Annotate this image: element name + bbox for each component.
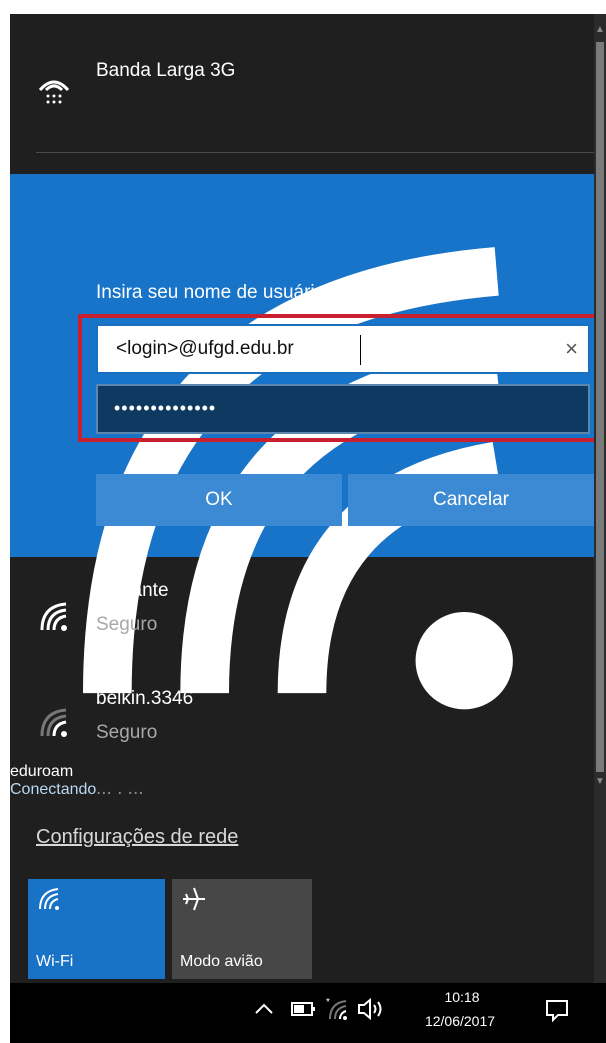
airplane-tile-label: Modo avião (180, 953, 263, 970)
battery-icon[interactable] (290, 999, 318, 1019)
scrollbar[interactable]: ▲ ▼ (594, 14, 606, 983)
notification-icon[interactable] (544, 997, 570, 1023)
scroll-thumb[interactable] (596, 42, 604, 772)
wifi-weak-icon (40, 708, 67, 737)
scroll-up-icon[interactable]: ▲ (594, 24, 606, 38)
chevron-up-icon[interactable] (252, 997, 276, 1021)
credentials-prompt: Insira seu nome de usuário e senha (96, 282, 399, 303)
network-status: Seguro (96, 722, 158, 743)
wifi-icon (83, 247, 513, 710)
airplane-icon (183, 887, 205, 911)
taskbar: * 10:18 12/06/2017 (10, 983, 606, 1043)
highlight-frame (78, 314, 602, 442)
ok-button[interactable]: OK (96, 474, 342, 526)
network-settings-link[interactable]: Configurações de rede (36, 826, 238, 849)
volume-icon[interactable] (356, 995, 386, 1023)
network-item-belkin[interactable]: belkin.3346 Seguro (10, 676, 594, 776)
airplane-mode-tile[interactable]: Modo avião (172, 879, 312, 979)
network-name: Banda Larga 3G (96, 60, 236, 81)
partial-network-item: ... . ... (96, 788, 296, 802)
cancel-button[interactable]: Cancelar (348, 474, 594, 526)
wifi-icon[interactable]: * (324, 995, 352, 1023)
network-name: Visitante (96, 580, 169, 601)
network-item-broadband[interactable]: Banda Larga 3G (10, 14, 594, 144)
wifi-secure-icon (40, 602, 67, 631)
clock-date[interactable]: 12/06/2017 (410, 1013, 510, 1029)
network-item-visitante[interactable]: Visitante Seguro (10, 570, 594, 670)
scroll-down-icon[interactable]: ▼ (594, 776, 606, 790)
wifi-toggle-tile[interactable]: Wi-Fi (28, 879, 165, 979)
network-status: Seguro (96, 614, 158, 635)
network-name: belkin.3346 (96, 688, 194, 709)
wifi-icon (39, 888, 59, 910)
wifi-tile-label: Wi-Fi (36, 953, 74, 970)
network-item-eduroam: eduroam Conectando Insira seu nome de us… (10, 174, 602, 798)
cellular-modem-icon (38, 80, 70, 104)
clock-time[interactable]: 10:18 (420, 989, 504, 1005)
partial-network-name: ... . ... (96, 788, 144, 799)
network-flyout: Banda Larga 3G eduroam Conectando Insira… (10, 14, 606, 983)
svg-text:*: * (326, 997, 330, 1008)
divider (36, 152, 594, 153)
